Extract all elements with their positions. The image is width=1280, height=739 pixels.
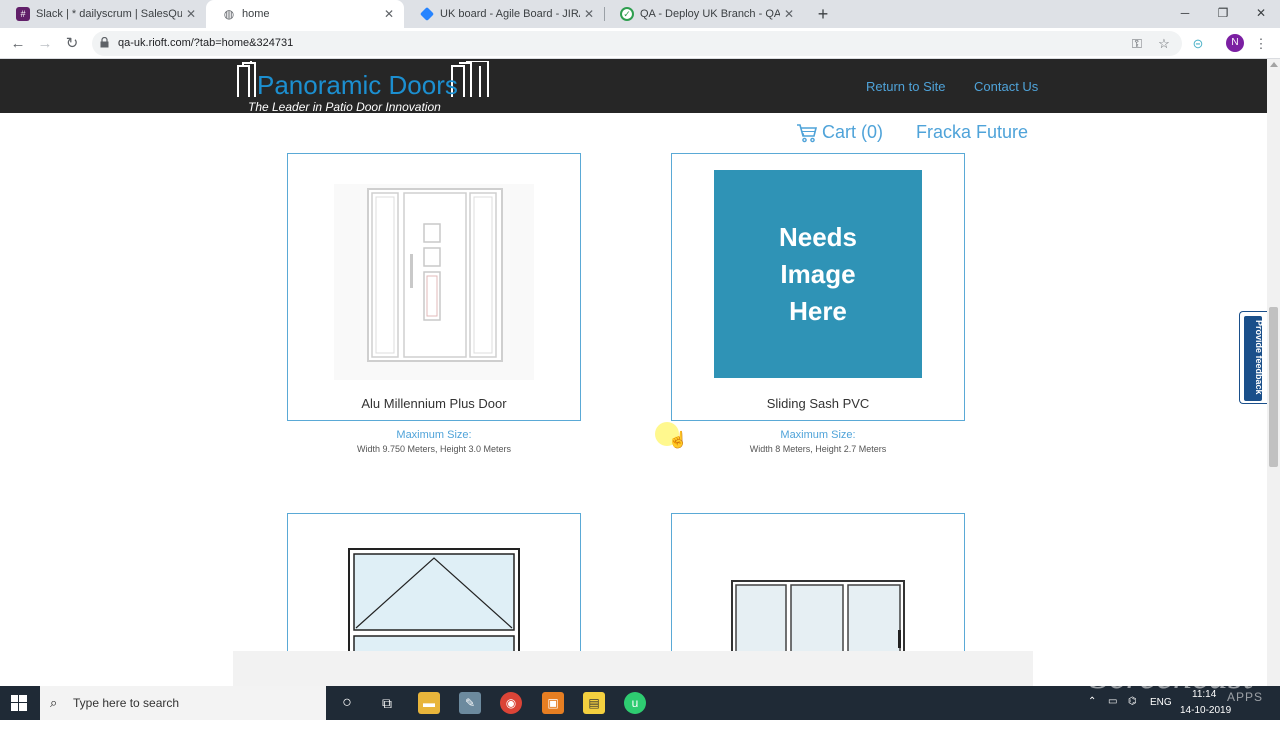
product-name[interactable]: Alu Millennium Plus Door	[288, 396, 580, 411]
max-size-value: Width 8 Meters, Height 2.7 Meters	[749, 444, 887, 454]
page-scrollbar[interactable]	[1267, 59, 1280, 686]
profile-avatar[interactable]: N	[1226, 34, 1244, 52]
feedback-label: Provide feedback	[1254, 320, 1264, 395]
lock-icon	[100, 37, 109, 48]
tab-jira[interactable]: UK board - Agile Board - JIRA ✕	[404, 0, 604, 28]
search-placeholder: Type here to search	[73, 696, 180, 710]
task-view-icon[interactable]: ⧉	[376, 692, 398, 714]
upwork-icon[interactable]: u	[624, 692, 646, 714]
battery-icon: ▭	[1108, 696, 1118, 707]
paint-icon[interactable]: ✎	[459, 692, 481, 714]
page-footer-strip	[233, 651, 1033, 686]
tab-title: home	[242, 8, 270, 20]
network-icon[interactable]: ⌬	[1128, 696, 1137, 730]
windows-taskbar: ⌕ Type here to search ○ ⧉ ▬ ✎ ◉ ▣ ▤ u ⌃ …	[0, 686, 1280, 720]
cart-icon	[797, 123, 818, 142]
file-explorer-icon[interactable]: ▬	[418, 692, 440, 714]
minimize-button[interactable]: ─	[1166, 0, 1204, 28]
site-logo[interactable]: Panoramic Doors The Leader in Patio Door…	[235, 61, 495, 114]
sticky-notes-icon[interactable]: ▤	[583, 692, 605, 714]
close-icon[interactable]: ✕	[380, 7, 398, 21]
chrome-icon[interactable]: ◉	[500, 692, 522, 714]
tab-title: Slack | * dailyscrum | SalesQuoter	[36, 8, 182, 20]
product-card[interactable]: Alu Millennium Plus Door	[287, 153, 581, 421]
site-header: Panoramic Doors The Leader in Patio Door…	[0, 59, 1267, 114]
logo-wordmark: Panoramic Doors	[257, 70, 458, 100]
windows-start-icon[interactable]	[11, 695, 27, 711]
page-viewport: Panoramic Doors The Leader in Patio Door…	[0, 59, 1267, 686]
close-icon[interactable]: ✕	[780, 7, 798, 21]
forward-button[interactable]: →	[35, 34, 55, 54]
clock-date[interactable]: 14-10-2019	[1180, 705, 1231, 739]
slack-icon: #	[16, 7, 30, 21]
provide-feedback-button[interactable]: Provide feedback	[1239, 311, 1267, 404]
cart-link[interactable]: Cart (0)	[796, 122, 883, 143]
browser-toolbar: ← → ↻ qa-uk.rioft.com/?tab=home&324731 ⚿…	[0, 28, 1280, 59]
tab-slack[interactable]: # Slack | * dailyscrum | SalesQuoter ✕	[0, 0, 206, 28]
back-button[interactable]: ←	[8, 34, 28, 54]
new-tab-button[interactable]: +	[814, 4, 832, 24]
tab-qa-deploy[interactable]: ✓ QA - Deploy UK Branch - QA - 4... ✕	[604, 0, 804, 28]
taskbar-search-box[interactable]: ⌕ Type here to search	[40, 686, 326, 720]
product-card[interactable]: Needs Image Here Sliding Sash PVC	[671, 153, 965, 421]
check-icon: ✓	[620, 7, 634, 21]
max-size-label: Maximum Size:	[780, 429, 856, 441]
cortana-icon[interactable]: ○	[336, 692, 358, 714]
close-window-button[interactable]: ✕	[1242, 0, 1280, 28]
product-size-info: Maximum Size: Width 8 Meters, Height 2.7…	[671, 429, 965, 454]
max-size-value: Width 9.750 Meters, Height 3.0 Meters	[356, 444, 512, 454]
tab-title: QA - Deploy UK Branch - QA - 4...	[640, 8, 780, 20]
language-indicator[interactable]: ENG	[1150, 697, 1172, 731]
globe-icon: ◍	[223, 7, 235, 21]
scroll-thumb[interactable]	[1269, 307, 1278, 467]
contact-us-link[interactable]: Contact Us	[974, 79, 1038, 94]
window-drawing-image	[348, 548, 520, 658]
app-icon[interactable]: ▣	[542, 692, 564, 714]
close-icon[interactable]: ✕	[182, 7, 200, 21]
restore-button[interactable]: ❐	[1204, 0, 1242, 28]
url-text: qa-uk.rioft.com/?tab=home&324731	[118, 37, 294, 49]
logo-tagline: The Leader in Patio Door Innovation	[248, 100, 441, 114]
product-size-info: Maximum Size: Width 9.750 Meters, Height…	[287, 429, 581, 454]
feedback-tab: Provide feedback	[1244, 316, 1264, 401]
address-bar[interactable]: qa-uk.rioft.com/?tab=home&324731	[92, 31, 1182, 56]
tab-home[interactable]: ◍ home ✕	[206, 0, 404, 28]
cart-label: Cart (0)	[822, 122, 884, 142]
sliding-door-drawing-image	[731, 580, 905, 660]
door-drawing-image	[334, 184, 534, 380]
max-size-label: Maximum Size:	[396, 429, 472, 441]
search-icon: ⌕	[50, 695, 58, 710]
placeholder-text: Needs Image Here	[778, 221, 858, 326]
key-icon[interactable]: ⚿	[1128, 35, 1146, 53]
menu-icon[interactable]: ⋮	[1252, 35, 1270, 53]
extension-icon[interactable]: ⊝	[1189, 35, 1207, 53]
star-icon[interactable]: ☆	[1155, 35, 1173, 53]
user-name-link[interactable]: Fracka Future	[916, 122, 1028, 143]
hand-cursor-icon: ☝	[668, 432, 688, 449]
placeholder-image: Needs Image Here	[714, 170, 922, 378]
watermark-sub: APPS	[1227, 690, 1264, 704]
reload-button[interactable]: ↻	[62, 34, 82, 54]
tray-chevron-icon[interactable]: ⌃	[1088, 696, 1096, 730]
return-to-site-link[interactable]: Return to Site	[866, 79, 946, 94]
product-name[interactable]: Sliding Sash PVC	[672, 396, 964, 411]
tab-title: UK board - Agile Board - JIRA	[440, 8, 580, 20]
jira-icon	[419, 6, 435, 22]
close-icon[interactable]: ✕	[580, 7, 598, 21]
scroll-up-icon[interactable]	[1270, 62, 1278, 67]
tab-strip: # Slack | * dailyscrum | SalesQuoter ✕ ◍…	[0, 0, 1280, 28]
